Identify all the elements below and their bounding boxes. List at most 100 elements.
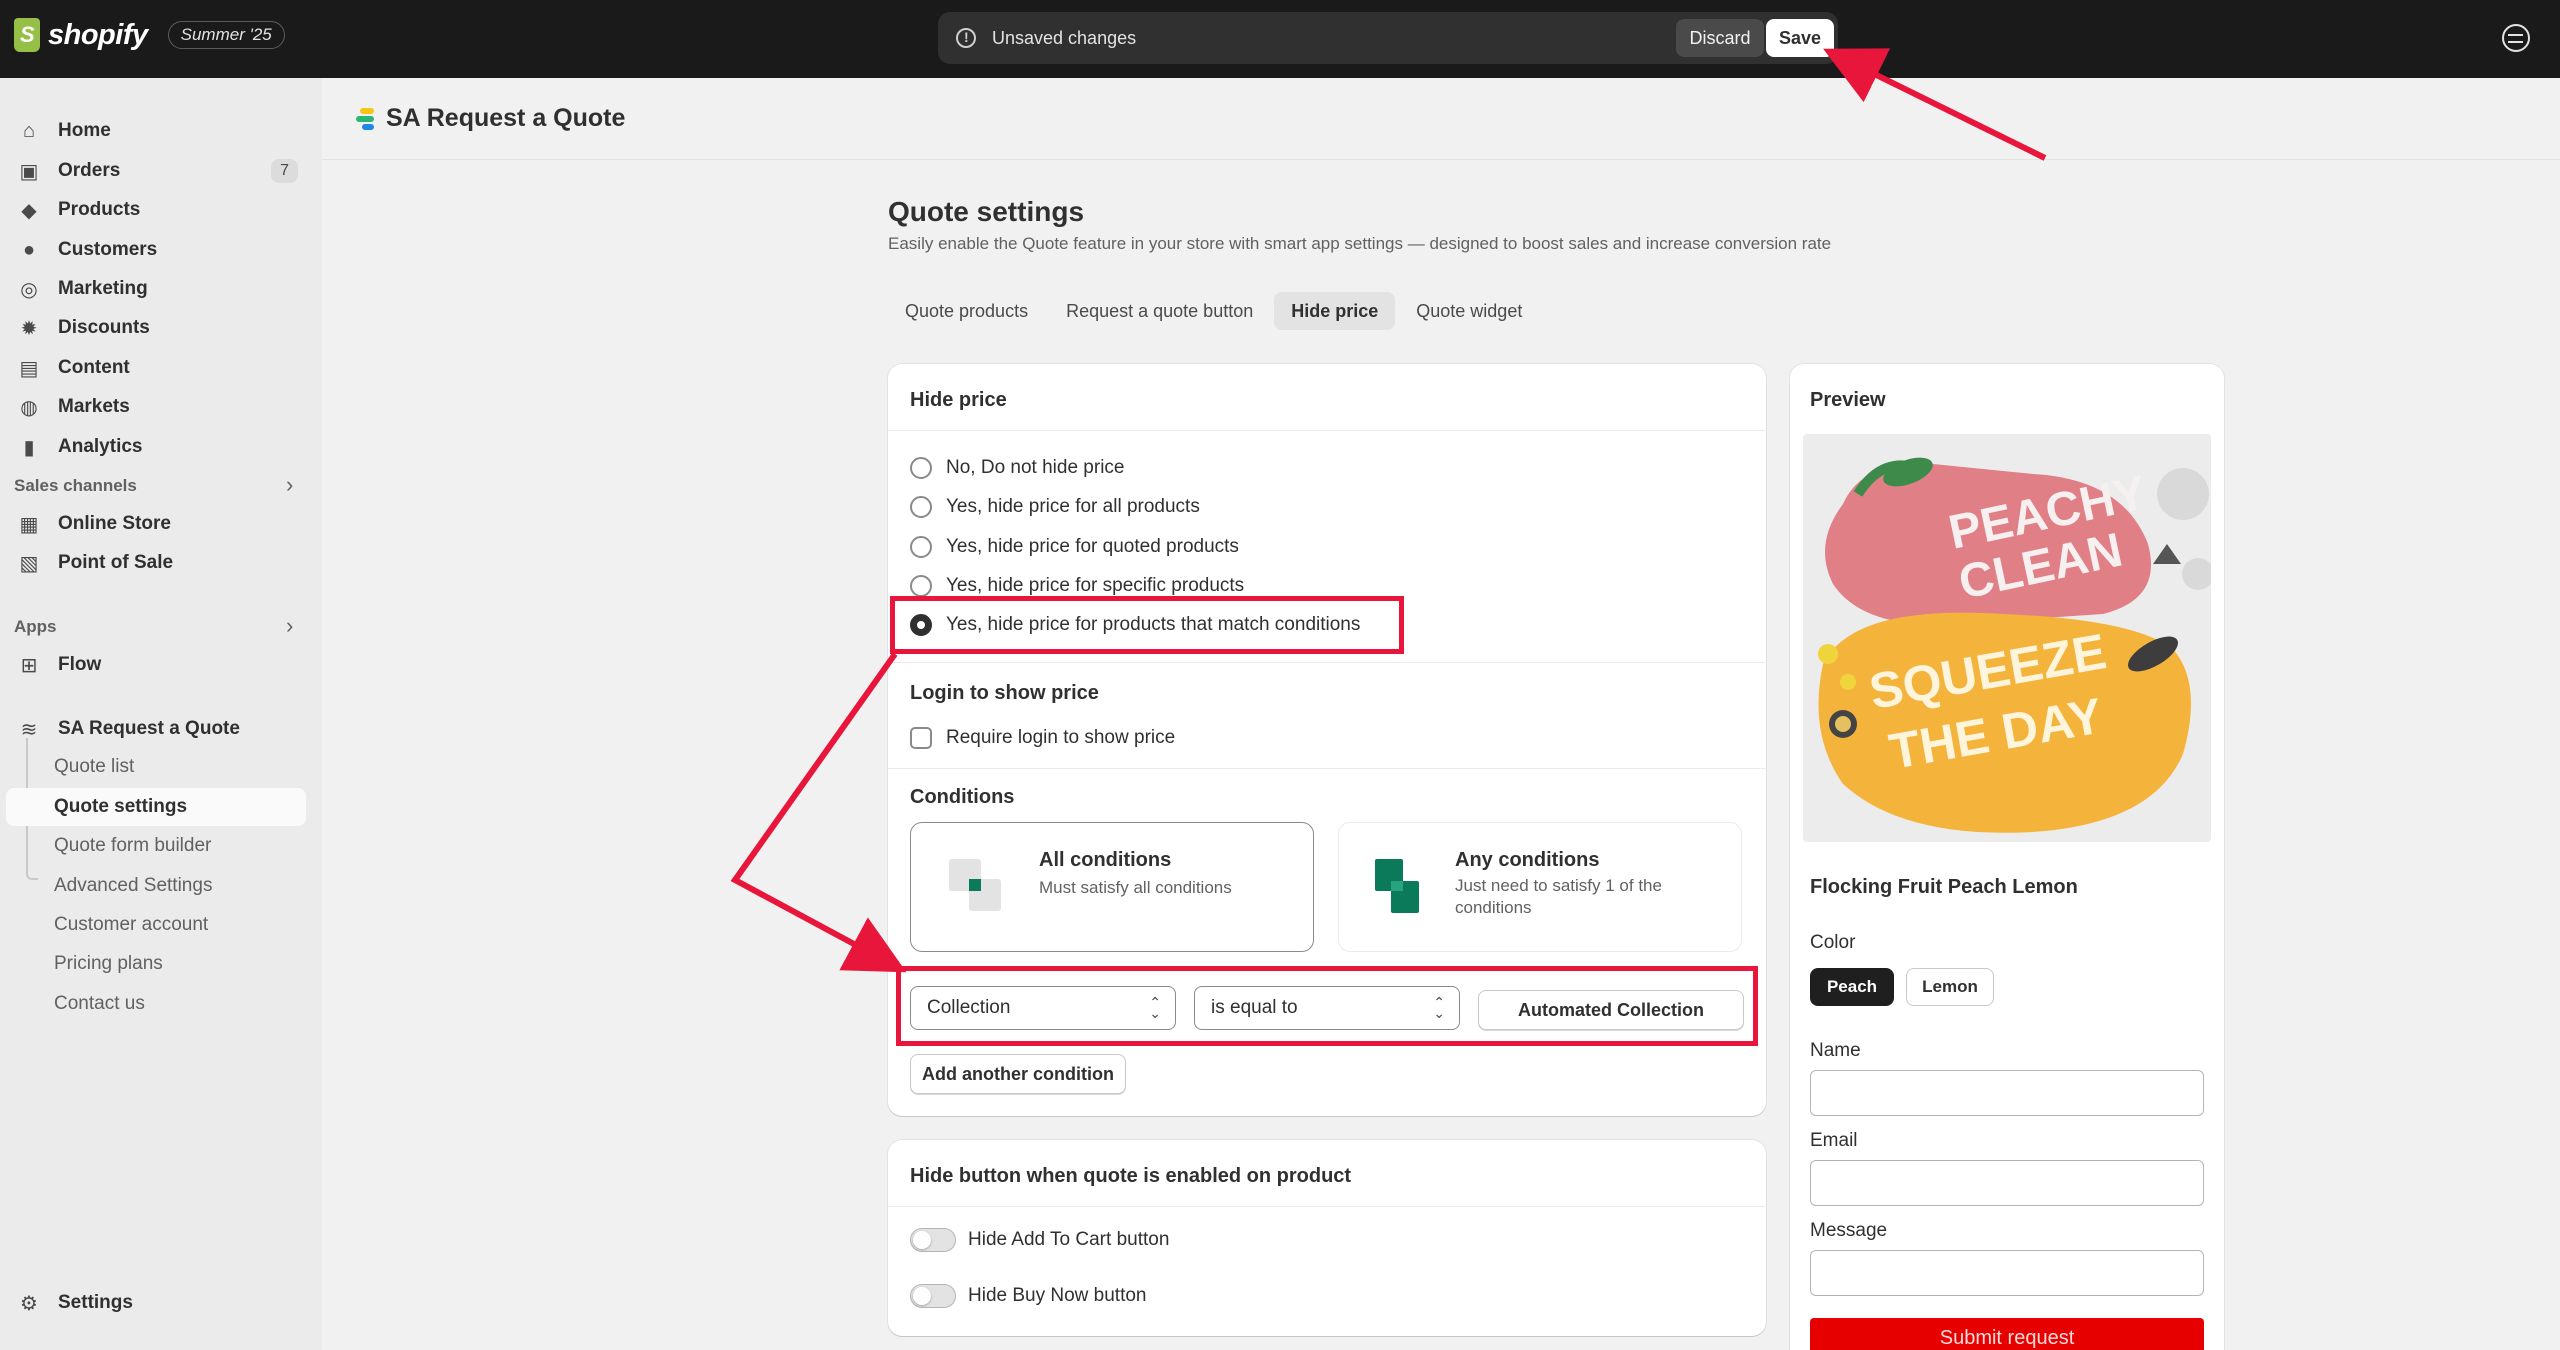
add-condition-button[interactable]: Add another condition	[910, 1054, 1126, 1094]
app-quote-icon: ≋	[20, 718, 38, 741]
sidebar-item-discounts[interactable]: ✹ Discounts	[6, 309, 306, 347]
sidebar-item-content[interactable]: ▤ Content	[6, 349, 306, 387]
divider	[888, 768, 1766, 769]
radio-hide-all[interactable]: Yes, hide price for all products	[910, 493, 1200, 521]
radio-hide-quoted[interactable]: Yes, hide price for quoted products	[910, 533, 1239, 561]
name-label: Name	[1810, 1040, 1861, 1061]
sidebar-item-label: Flow	[58, 654, 102, 675]
divider	[888, 1206, 1766, 1207]
sidebar-sub-quote-settings[interactable]: Quote settings	[6, 788, 306, 826]
globe-icon: ◍	[20, 396, 38, 419]
submit-request-button[interactable]: Submit request	[1810, 1318, 2204, 1350]
app-logo-icon	[356, 108, 376, 132]
name-input[interactable]	[1810, 1070, 2204, 1116]
radio-no-hide[interactable]: No, Do not hide price	[910, 454, 1125, 482]
sidebar-sub-advanced-settings[interactable]: Advanced Settings	[6, 867, 306, 905]
sidebar-sub-quote-form-builder[interactable]: Quote form builder	[6, 827, 306, 865]
tab-request-a-quote-button[interactable]: Request a quote button	[1049, 292, 1270, 330]
sidebar-item-markets[interactable]: ◍ Markets	[6, 388, 306, 426]
color-label: Color	[1810, 932, 1856, 953]
pos-icon: ▧	[19, 552, 39, 575]
sidebar-item-flow[interactable]: ⊞ Flow	[6, 646, 306, 684]
sidebar-item-label: Marketing	[58, 278, 148, 299]
sidebar-sub-pricing-plans[interactable]: Pricing plans	[6, 945, 306, 983]
condition-option-name: All conditions	[1039, 849, 1172, 871]
unsaved-text: Unsaved changes	[992, 27, 1137, 48]
sidebar-item-point-of-sale[interactable]: ▧ Point of Sale	[6, 544, 306, 582]
annotation-highlight-condition-row	[896, 966, 1758, 1046]
login-section-title: Login to show price	[910, 682, 1099, 704]
tag-icon: ◆	[21, 199, 37, 222]
condition-option-desc: Must satisfy all conditions	[1039, 878, 1232, 897]
chevron-right-icon[interactable]: ›	[286, 472, 293, 498]
radio-label: Yes, hide price for all products	[946, 496, 1200, 517]
sidebar-sub-customer-account[interactable]: Customer account	[6, 906, 306, 944]
person-icon: ●	[22, 238, 36, 261]
user-avatar-icon[interactable]	[2502, 24, 2530, 52]
sales-channels-heading: Sales channels	[14, 476, 137, 495]
sidebar-sub-label: Advanced Settings	[54, 875, 213, 896]
tab-quote-widget[interactable]: Quote widget	[1399, 292, 1539, 330]
brand-name: shopify	[48, 18, 148, 51]
shopify-logo[interactable]: shopify Summer '25	[14, 18, 285, 52]
page-title: Quote settings	[888, 196, 1085, 227]
divider	[888, 430, 1766, 431]
apps-heading: Apps	[14, 617, 57, 636]
conditions-section-title: Conditions	[910, 786, 1015, 808]
color-chip-lemon[interactable]: Lemon	[1906, 968, 1994, 1006]
sidebar-sub-label: Quote settings	[54, 796, 188, 817]
sidebar-item-sa-request-a-quote[interactable]: ≋ SA Request a Quote	[6, 710, 306, 748]
sidebar-item-label: Home	[58, 120, 111, 141]
sidebar-sub-quote-list[interactable]: Quote list	[6, 748, 306, 786]
hide-add-to-cart-toggle[interactable]	[910, 1228, 956, 1252]
chevron-right-icon[interactable]: ›	[286, 613, 293, 639]
edition-badge: Summer '25	[167, 21, 285, 49]
any-conditions-icon	[1375, 859, 1419, 913]
email-input[interactable]	[1810, 1160, 2204, 1206]
sidebar-item-label: SA Request a Quote	[58, 718, 240, 739]
require-login-row[interactable]: Require login to show price	[910, 724, 1175, 752]
unsaved-changes-bar: Unsaved changes Discard Save	[938, 12, 1838, 64]
require-login-checkbox[interactable]	[910, 727, 932, 749]
save-button[interactable]: Save	[1766, 19, 1834, 57]
preview-card: Preview PEACHY CLEAN SQUEEZE THE DAY Flo…	[1790, 364, 2224, 1350]
top-bar: shopify Summer '25 Unsaved changes Disca…	[0, 0, 2560, 78]
tab-quote-products[interactable]: Quote products	[888, 292, 1045, 330]
condition-option-desc: Just need to satisfy 1 of the	[1455, 876, 1662, 895]
sidebar-item-home[interactable]: ⌂ Home	[6, 112, 306, 150]
sidebar-item-label: Point of Sale	[58, 552, 174, 573]
sidebar-sub-contact-us[interactable]: Contact us	[6, 985, 306, 1023]
tab-hide-price[interactable]: Hide price	[1274, 292, 1396, 330]
radio-button[interactable]	[910, 575, 932, 597]
sidebar-sub-label: Quote list	[54, 756, 135, 777]
message-label: Message	[1810, 1220, 1888, 1241]
radio-button[interactable]	[910, 496, 932, 518]
sidebar: ⌂ Home ▣ Orders 7 ◆ Products ● Customers…	[0, 78, 322, 1350]
sidebar-item-label: Online Store	[58, 513, 171, 534]
shopify-bag-icon	[14, 18, 40, 52]
sidebar-item-analytics[interactable]: ▮ Analytics	[6, 428, 306, 466]
radio-button[interactable]	[910, 536, 932, 558]
message-input[interactable]	[1810, 1250, 2204, 1296]
any-conditions-option[interactable]: Any conditions Just need to satisfy 1 of…	[1338, 822, 1742, 952]
radio-label: Yes, hide price for quoted products	[946, 536, 1239, 557]
sidebar-item-marketing[interactable]: ◎ Marketing	[6, 270, 306, 308]
card-title: Hide price	[910, 389, 1007, 411]
radio-button[interactable]	[910, 457, 932, 479]
sidebar-item-settings[interactable]: ⚙ Settings	[6, 1284, 306, 1322]
sidebar-item-products[interactable]: ◆ Products	[6, 191, 306, 229]
sidebar-sub-label: Pricing plans	[54, 953, 163, 974]
color-chip-peach[interactable]: Peach	[1810, 968, 1894, 1006]
annotation-arrow-elbow	[730, 652, 907, 973]
sidebar-item-customers[interactable]: ● Customers	[6, 231, 306, 269]
sidebar-item-online-store[interactable]: ▦ Online Store	[6, 505, 306, 543]
preview-title: Preview	[1810, 389, 1886, 411]
discount-icon: ✹	[20, 317, 38, 340]
hide-buy-now-toggle[interactable]	[910, 1284, 956, 1308]
sidebar-sub-label: Quote form builder	[54, 835, 212, 856]
discard-button[interactable]: Discard	[1676, 19, 1764, 57]
sidebar-item-label: Content	[58, 357, 130, 378]
sidebar-item-label: Settings	[58, 1292, 133, 1313]
all-conditions-option[interactable]: All conditions Must satisfy all conditio…	[910, 822, 1314, 952]
sidebar-item-orders[interactable]: ▣ Orders 7	[6, 152, 306, 190]
